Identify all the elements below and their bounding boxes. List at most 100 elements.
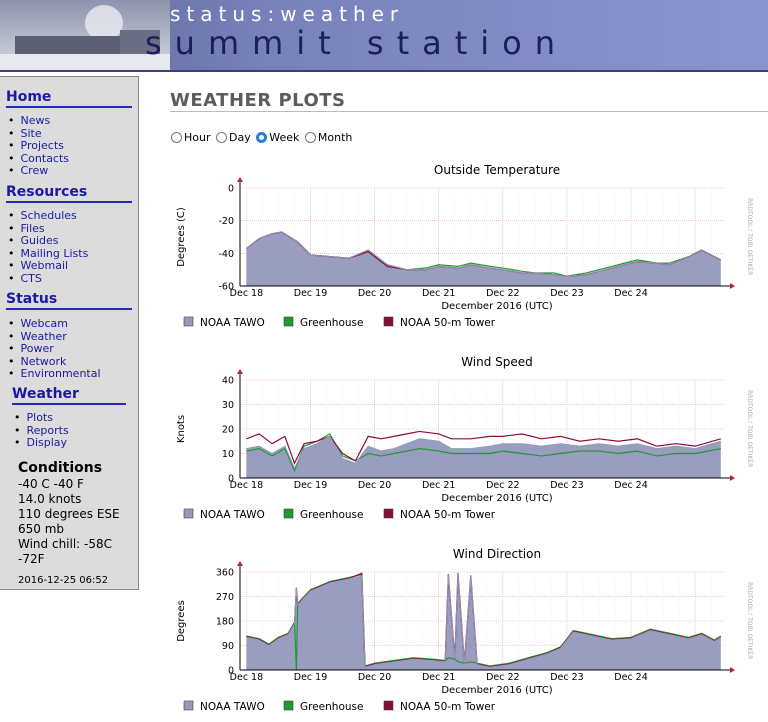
x-tick-label: Dec 23 xyxy=(550,480,584,491)
sidebar-item-environmental[interactable]: Environmental xyxy=(8,367,101,381)
x-tick-label: Dec 24 xyxy=(614,672,648,683)
y-axis-arrow-icon xyxy=(237,177,243,182)
sidebar-item-news[interactable]: News xyxy=(8,114,69,128)
legend-swatch xyxy=(383,316,394,327)
y-axis-label: Degrees xyxy=(176,600,187,642)
sidebar-item-plots[interactable]: Plots xyxy=(14,411,69,425)
conditions-wind-chill: Wind chill: -58C xyxy=(18,537,113,551)
sidebar-item-schedules[interactable]: Schedules xyxy=(8,209,88,223)
sidebar-item-crew[interactable]: Crew xyxy=(8,164,69,178)
y-tick-label: 270 xyxy=(216,592,234,603)
range-label-hour: Hour xyxy=(184,130,211,144)
legend-swatch xyxy=(383,700,394,711)
x-tick-label: Dec 21 xyxy=(422,288,456,299)
x-axis-label: December 2016 (UTC) xyxy=(441,493,552,504)
time-range-selector: Hour Day Week Month xyxy=(171,130,354,144)
range-option-week[interactable]: Week xyxy=(256,131,299,144)
x-tick-label: Dec 20 xyxy=(358,480,392,491)
header-divider xyxy=(0,70,768,72)
x-tick-label: Dec 19 xyxy=(294,672,328,683)
y-tick-label: 90 xyxy=(222,641,234,652)
conditions-pressure: 650 mb xyxy=(18,522,65,536)
x-tick-label: Dec 23 xyxy=(550,672,584,683)
x-axis-arrow-icon xyxy=(730,283,735,289)
y-tick-label: 30 xyxy=(222,400,234,411)
x-tick-label: Dec 20 xyxy=(358,672,392,683)
legend-swatch xyxy=(383,508,394,519)
y-axis-label: Degrees (C) xyxy=(176,207,187,267)
radio-icon[interactable] xyxy=(304,131,316,143)
y-tick-label: 0 xyxy=(228,184,234,195)
x-tick-label: Dec 21 xyxy=(422,672,456,683)
legend-swatch xyxy=(283,508,294,519)
range-label-month: Month xyxy=(317,130,353,144)
y-tick-label: 40 xyxy=(222,376,234,387)
x-tick-label: Dec 24 xyxy=(614,480,648,491)
range-label-week: Week xyxy=(269,130,300,144)
sidebar-item-display[interactable]: Display xyxy=(14,436,69,450)
sidebar-item-webmail[interactable]: Webmail xyxy=(8,259,88,273)
legend-label: NOAA 50-m Tower xyxy=(400,701,496,713)
page-title: WEATHER PLOTS xyxy=(170,90,346,111)
x-axis-arrow-icon xyxy=(730,475,735,481)
legend-label: NOAA TAWO xyxy=(200,701,265,713)
sidebar-list-home: News Site Projects Contacts Crew xyxy=(8,114,70,178)
sidebar-heading-weather[interactable]: Weather xyxy=(12,386,126,405)
sidebar-heading-resources[interactable]: Resources xyxy=(6,184,132,203)
rrdtool-watermark: RRDTOOL / TOBI OETIKER xyxy=(746,582,753,659)
legend-label: Greenhouse xyxy=(300,701,363,713)
x-axis-arrow-icon xyxy=(730,667,735,673)
range-option-month[interactable]: Month xyxy=(304,130,353,144)
header-subtitle: status:weather xyxy=(170,2,405,26)
range-option-hour[interactable]: Hour xyxy=(171,131,211,144)
title-divider xyxy=(170,111,768,112)
sidebar-heading-status[interactable]: Status xyxy=(6,291,132,310)
range-option-day[interactable]: Day xyxy=(216,131,251,144)
sidebar: Home News Site Projects Contacts Crew Re… xyxy=(0,76,139,590)
sidebar-item-cts[interactable]: CTS xyxy=(8,272,88,286)
legend-swatch xyxy=(283,700,294,711)
chart-title: Outside Temperature xyxy=(434,163,560,177)
legend-label: NOAA 50-m Tower xyxy=(400,317,496,329)
x-tick-label: Dec 22 xyxy=(486,288,520,299)
legend-label: Greenhouse xyxy=(300,317,363,329)
rrdtool-watermark: RRDTOOL / TOBI OETIKER xyxy=(746,198,753,275)
sidebar-item-guides[interactable]: Guides xyxy=(8,234,88,248)
x-tick-label: Dec 22 xyxy=(486,480,520,491)
legend-label: NOAA TAWO xyxy=(200,509,265,521)
chart-wind-direction: Wind Direction360270180900Dec 18 Dec 19 De… xyxy=(176,547,753,713)
conditions-wind-chill-f: -72F xyxy=(18,552,45,566)
y-tick-label: 10 xyxy=(222,449,234,460)
x-tick-label: Dec 19 xyxy=(294,288,328,299)
y-tick-label: -20 xyxy=(218,216,234,227)
legend-swatch xyxy=(183,700,194,711)
sidebar-item-projects[interactable]: Projects xyxy=(8,139,69,153)
x-tick-label: Dec 18 xyxy=(230,288,263,299)
chart-title: Wind Direction xyxy=(453,547,541,561)
conditions-temperature: -40 C -40 F xyxy=(18,477,84,491)
radio-icon[interactable] xyxy=(216,131,227,143)
x-axis-label: December 2016 (UTC) xyxy=(441,301,552,312)
conditions-wind-direction: 110 degrees ESE xyxy=(18,507,120,521)
x-tick-label: Dec 19 xyxy=(294,480,328,491)
x-tick-label: Dec 18 xyxy=(230,480,263,491)
radio-selected-icon[interactable] xyxy=(256,131,268,143)
sidebar-item-webcam[interactable]: Webcam xyxy=(8,317,101,331)
legend-swatch xyxy=(283,316,294,327)
sidebar-item-power[interactable]: Power xyxy=(8,342,101,356)
radio-icon[interactable] xyxy=(171,131,182,143)
sidebar-heading-home[interactable]: Home xyxy=(6,89,132,108)
x-tick-label: Dec 20 xyxy=(358,288,392,299)
x-tick-label: Dec 21 xyxy=(422,480,456,491)
range-label-day: Day xyxy=(229,130,251,144)
x-tick-label: Dec 18 xyxy=(230,672,263,683)
y-axis-arrow-icon xyxy=(237,561,243,566)
sidebar-list-status: Webcam Weather Power Network Environment… xyxy=(8,317,101,381)
x-tick-label: Dec 24 xyxy=(614,288,648,299)
legend-label: NOAA TAWO xyxy=(200,317,265,329)
legend-swatch xyxy=(183,508,194,519)
site-title[interactable]: summit station xyxy=(145,24,568,62)
x-tick-label: Dec 22 xyxy=(486,672,520,683)
conditions-heading: Conditions xyxy=(18,460,103,476)
y-tick-label: 360 xyxy=(216,568,234,579)
